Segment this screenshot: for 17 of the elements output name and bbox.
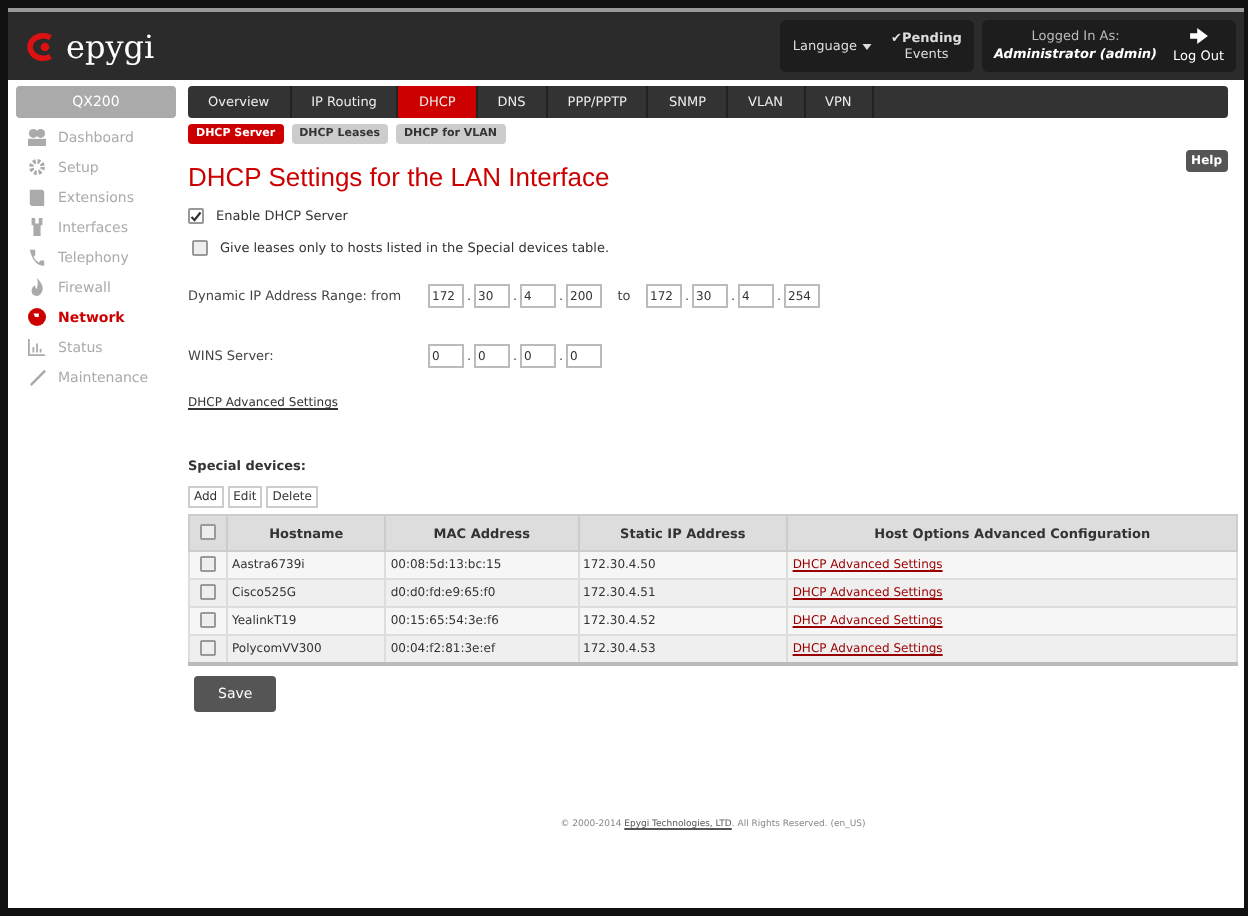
checkbox[interactable] xyxy=(188,208,204,224)
chart-icon xyxy=(28,338,46,356)
row-checkbox[interactable] xyxy=(200,611,216,627)
phone-icon xyxy=(28,248,46,266)
page-title: DHCP Settings for the LAN Interface xyxy=(188,162,610,192)
row-checkbox[interactable] xyxy=(200,583,216,599)
dashboard-icon xyxy=(28,128,46,146)
caret-icon xyxy=(861,44,872,50)
gear-icon xyxy=(28,158,46,176)
logo-text: epygi xyxy=(66,27,155,65)
logout-icon xyxy=(1189,27,1208,44)
row-checkbox[interactable] xyxy=(200,639,216,655)
select-all-checkbox[interactable] xyxy=(200,523,216,539)
globe-icon xyxy=(28,308,46,326)
flame-icon xyxy=(28,278,46,296)
checkbox[interactable] xyxy=(192,240,208,256)
row-checkbox[interactable] xyxy=(200,555,216,571)
